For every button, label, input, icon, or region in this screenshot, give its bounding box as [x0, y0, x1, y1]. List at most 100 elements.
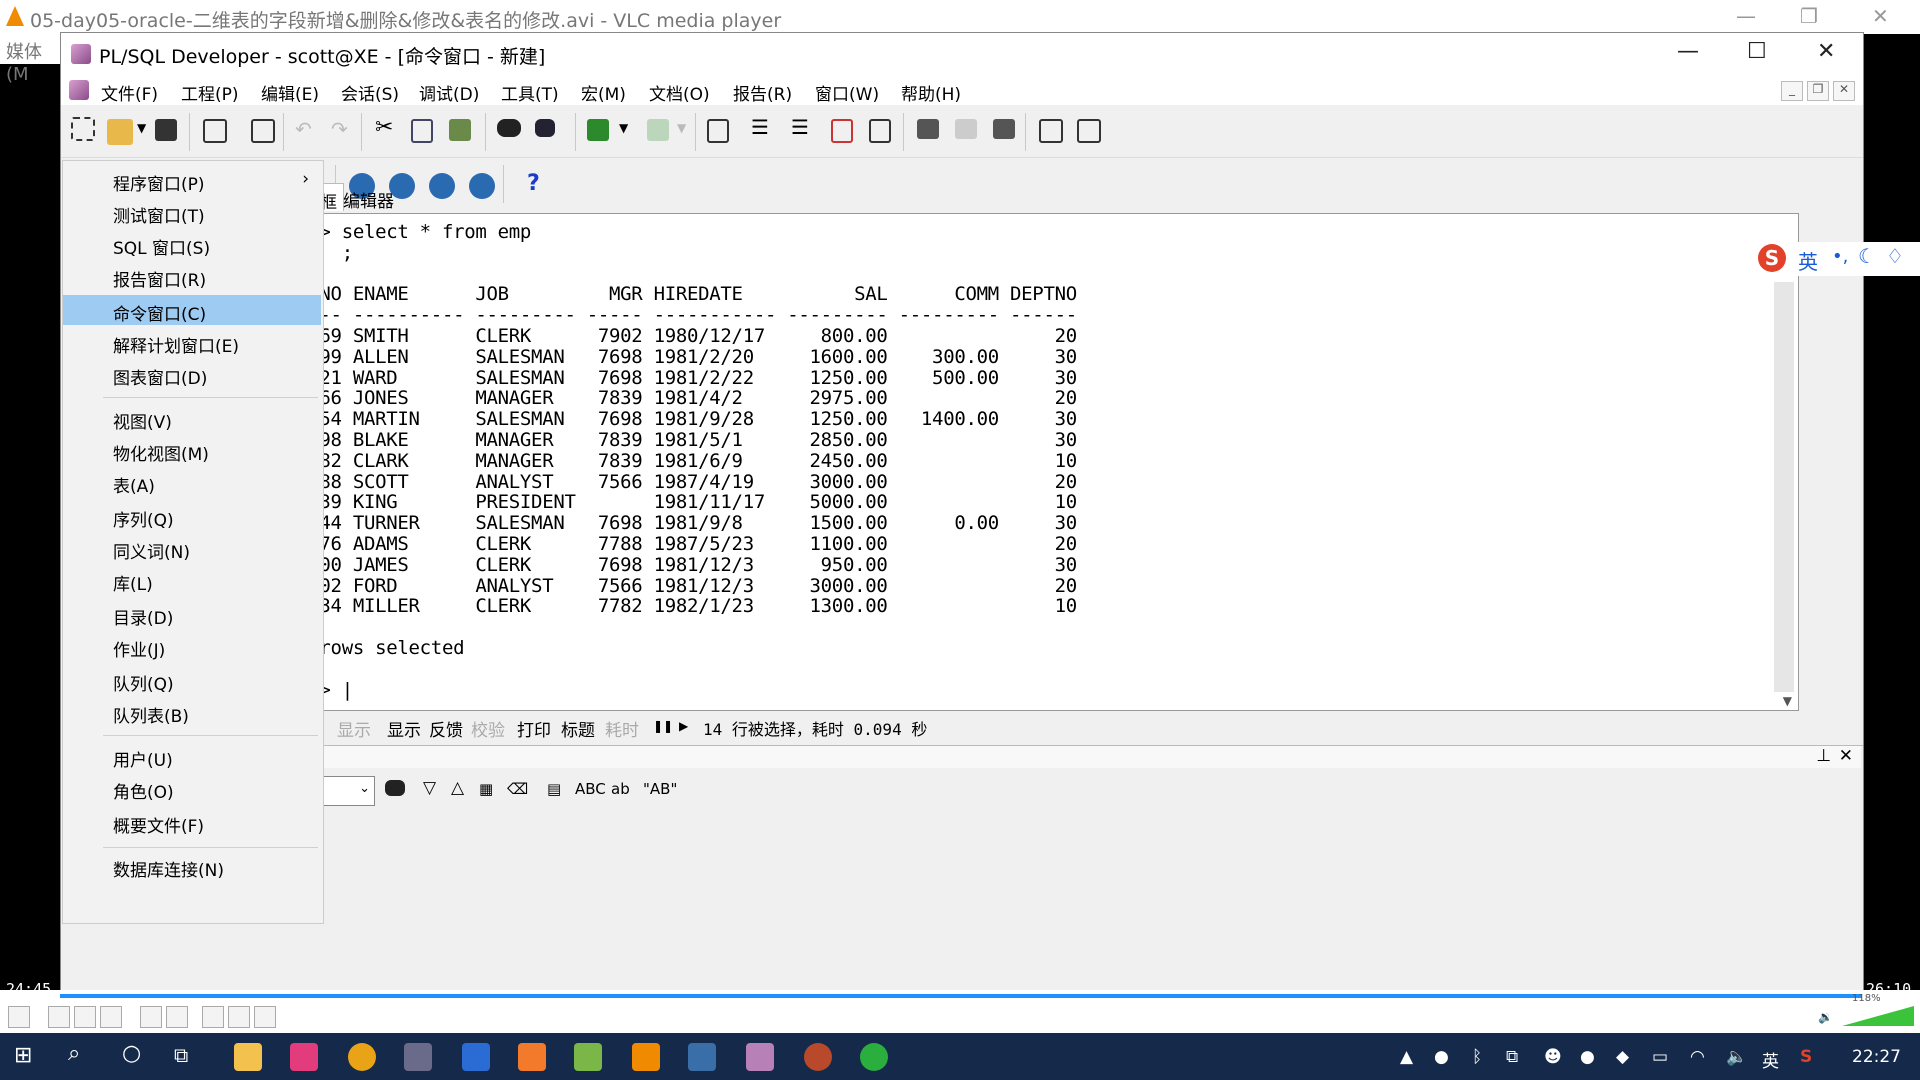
- menu-database-link[interactable]: 数据库连接(N): [63, 851, 321, 881]
- tray-user-icon[interactable]: ☻: [1544, 1047, 1562, 1067]
- ime-toolbar[interactable]: S 英 •, ☾ ♢: [1754, 242, 1920, 276]
- execute-icon[interactable]: [587, 119, 609, 141]
- cut-icon[interactable]: ✂: [375, 115, 393, 140]
- highlight-all-icon[interactable]: ▦: [479, 780, 493, 798]
- vlc-next-icon[interactable]: [100, 1006, 122, 1028]
- battery-icon[interactable]: ▭: [1652, 1047, 1668, 1067]
- menu-report-window[interactable]: 报告窗口(R): [63, 261, 321, 291]
- print-icon[interactable]: [203, 119, 227, 143]
- task-view-icon[interactable]: ⧉: [174, 1043, 188, 1067]
- find-binoculars-icon[interactable]: [385, 780, 405, 796]
- vlc-media-menu[interactable]: 媒体(M: [0, 34, 60, 85]
- tray-window-icon[interactable]: ⧉: [1506, 1047, 1518, 1067]
- selection-icon[interactable]: ▤: [547, 780, 561, 798]
- maximize-icon[interactable]: ☐: [1747, 39, 1767, 64]
- menu-test-window[interactable]: 测试窗口(T): [63, 197, 321, 227]
- new-icon[interactable]: [71, 117, 95, 141]
- document-check-icon[interactable]: [707, 119, 729, 143]
- menu-table[interactable]: 表(A): [63, 467, 321, 497]
- vlc-taskbar-icon[interactable]: [632, 1043, 660, 1071]
- volume-icon[interactable]: 🔈: [1726, 1047, 1747, 1067]
- menu-diagram-window[interactable]: 图表窗口(D): [63, 359, 321, 389]
- vlc-stop-icon[interactable]: [74, 1006, 96, 1028]
- find-prev-up-icon[interactable]: △: [451, 778, 464, 798]
- find-binoculars-icon[interactable]: [497, 119, 521, 137]
- paste-icon[interactable]: [449, 119, 471, 141]
- menu-document[interactable]: 文档(O): [649, 80, 710, 105]
- transaction-icon[interactable]: [993, 119, 1015, 139]
- tray-security-icon[interactable]: ◆: [1616, 1047, 1629, 1067]
- command-output-area[interactable]: SQL> select * from emp 2 ; EMPNO ENAME J…: [279, 213, 1799, 711]
- pause-icon[interactable]: ❚❚: [653, 719, 673, 733]
- menu-edit[interactable]: 编辑(E): [261, 80, 319, 105]
- menu-help[interactable]: 帮助(H): [901, 80, 961, 105]
- menu-role[interactable]: 角色(O): [63, 773, 321, 803]
- minimize-icon[interactable]: —: [1677, 39, 1699, 64]
- step-dropdown-icon[interactable]: ▼: [677, 121, 686, 135]
- pin-icon[interactable]: ⊥: [1816, 746, 1831, 766]
- find-close-icon[interactable]: ✕: [1839, 746, 1853, 766]
- file-explorer-icon[interactable]: [234, 1043, 262, 1071]
- terminal-app-icon[interactable]: [688, 1043, 716, 1071]
- menu-project[interactable]: 工程(P): [181, 80, 239, 105]
- vlc-minimize-icon[interactable]: —: [1736, 4, 1756, 28]
- whole-word-ab[interactable]: ab: [611, 780, 630, 798]
- find-next-icon[interactable]: [535, 119, 555, 137]
- tray-wechat-icon[interactable]: ●: [1580, 1047, 1595, 1067]
- menu-window[interactable]: 窗口(W): [815, 80, 879, 105]
- print-preview-icon[interactable]: [251, 119, 275, 143]
- cortana-icon[interactable]: ○: [122, 1041, 141, 1066]
- menu-library[interactable]: 库(L): [63, 565, 321, 595]
- step-icon[interactable]: [647, 119, 669, 141]
- menu-session[interactable]: 会话(S): [341, 80, 399, 105]
- status-display[interactable]: 显示: [387, 716, 421, 741]
- menu-user[interactable]: 用户(U): [63, 741, 321, 771]
- vlc-fullscreen-icon[interactable]: [140, 1006, 162, 1028]
- match-case-abc[interactable]: ABC: [575, 780, 606, 798]
- tray-vlc-icon[interactable]: ▲: [1400, 1047, 1413, 1067]
- vlc-volume-icon[interactable]: 🔉: [1818, 1010, 1833, 1024]
- tray-sogou-icon[interactable]: S: [1800, 1047, 1812, 1067]
- menu-job[interactable]: 作业(J): [63, 631, 321, 661]
- menu-sequence[interactable]: 序列(Q): [63, 501, 321, 531]
- plsql-taskbar-icon[interactable]: [746, 1043, 774, 1071]
- copy-icon[interactable]: [411, 119, 433, 143]
- chrome-icon[interactable]: [348, 1043, 376, 1071]
- open-dropdown-icon[interactable]: ▼: [137, 121, 146, 135]
- taskbar-clock[interactable]: 22:27: [1852, 1047, 1901, 1067]
- window-list-icon[interactable]: [1039, 119, 1063, 143]
- wechat-icon[interactable]: [860, 1043, 888, 1071]
- menu-report[interactable]: 报告(R): [733, 80, 792, 105]
- find-next-down-icon[interactable]: ▽: [423, 778, 436, 798]
- menu-sql-window[interactable]: SQL 窗口(S): [63, 229, 321, 259]
- undo-icon[interactable]: ↶: [295, 117, 312, 141]
- status-print[interactable]: 打印: [517, 716, 551, 741]
- rollback-icon[interactable]: [955, 119, 977, 139]
- status-verify[interactable]: 校验: [471, 716, 505, 741]
- execute-dropdown-icon[interactable]: ▼: [619, 121, 628, 135]
- uncomment-icon[interactable]: [869, 119, 891, 143]
- tray-app-icon[interactable]: ●: [1434, 1047, 1449, 1067]
- vlc-seek-bar[interactable]: [60, 994, 1862, 998]
- menu-profile[interactable]: 概要文件(F): [63, 807, 321, 837]
- vlc-close-icon[interactable]: ✕: [1872, 4, 1889, 28]
- word-app-icon[interactable]: [462, 1043, 490, 1071]
- clear-eraser-icon[interactable]: ⌫: [507, 780, 528, 798]
- menu-macro[interactable]: 宏(M): [581, 80, 626, 105]
- scroll-down-icon[interactable]: ▼: [1783, 694, 1792, 708]
- tile-windows-icon[interactable]: [1077, 119, 1101, 143]
- commit-icon[interactable]: [917, 119, 939, 139]
- tab-editor[interactable]: 编辑器: [337, 183, 400, 212]
- status-heading[interactable]: 标题: [561, 716, 595, 741]
- menu-view[interactable]: 视图(V): [63, 403, 321, 433]
- combo-chevron-down-icon[interactable]: ⌄: [359, 781, 370, 796]
- menu-program-window[interactable]: 程序窗口(P) ›: [63, 165, 321, 195]
- mdi-restore-icon[interactable]: ❐: [1807, 81, 1829, 101]
- status-display-off[interactable]: 显示: [337, 716, 371, 741]
- open-folder-icon[interactable]: [107, 119, 133, 145]
- save-icon[interactable]: [155, 119, 177, 141]
- menubar-app-icon[interactable]: [69, 80, 89, 100]
- ime-moon-icon[interactable]: ☾: [1858, 244, 1876, 268]
- menu-queue-table[interactable]: 队列表(B): [63, 697, 321, 727]
- browser-app-icon[interactable]: [804, 1043, 832, 1071]
